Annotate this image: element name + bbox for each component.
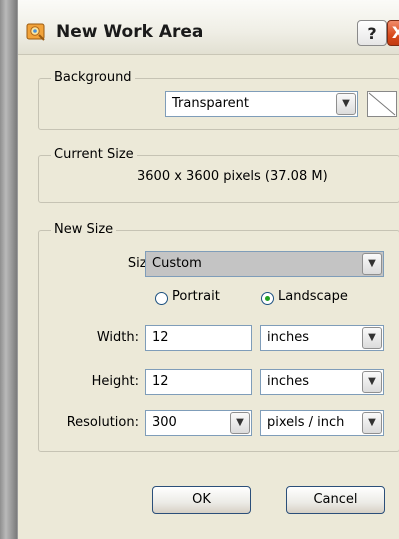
size-label: Size: bbox=[127, 256, 159, 271]
background-group: Background Transparent ▼ bbox=[38, 70, 399, 130]
height-unit-select[interactable]: inches ▼ bbox=[260, 369, 384, 395]
width-label: Width: bbox=[96, 330, 139, 345]
new-size-legend: New Size bbox=[51, 222, 117, 237]
chevron-down-icon[interactable]: ▼ bbox=[362, 371, 382, 393]
cancel-button[interactable]: Cancel bbox=[286, 486, 385, 514]
width-input[interactable]: 12 bbox=[145, 325, 252, 351]
height-unit-value: inches bbox=[267, 374, 310, 389]
chevron-down-icon[interactable]: ▼ bbox=[362, 327, 382, 349]
background-legend: Background bbox=[51, 70, 135, 85]
portrait-label[interactable]: Portrait bbox=[172, 289, 220, 304]
resolution-unit-select[interactable]: pixels / inch ▼ bbox=[260, 410, 384, 436]
new-work-area-dialog: New Work Area ? X Background Transparent… bbox=[17, 0, 399, 539]
size-select[interactable]: Custom ▼ bbox=[145, 251, 384, 277]
ok-button[interactable]: OK bbox=[152, 486, 251, 514]
resolution-select[interactable]: 300 ▼ bbox=[145, 410, 252, 436]
chevron-down-icon[interactable]: ▼ bbox=[362, 253, 382, 275]
background-app-strip bbox=[0, 0, 17, 539]
width-unit-value: inches bbox=[267, 330, 310, 345]
transparent-swatch-icon[interactable] bbox=[367, 91, 397, 117]
window-title: New Work Area bbox=[56, 22, 204, 42]
chevron-down-icon[interactable]: ▼ bbox=[362, 412, 382, 434]
height-input[interactable]: 12 bbox=[145, 369, 252, 395]
current-size-text: 3600 x 3600 pixels (37.08 M) bbox=[137, 169, 328, 184]
landscape-label[interactable]: Landscape bbox=[278, 289, 348, 304]
width-unit-select[interactable]: inches ▼ bbox=[260, 325, 384, 351]
landscape-radio[interactable] bbox=[261, 292, 274, 305]
resolution-label: Resolution: bbox=[66, 415, 139, 430]
help-button[interactable]: ? bbox=[357, 20, 387, 46]
resolution-value: 300 bbox=[152, 415, 177, 430]
height-label: Height: bbox=[91, 374, 139, 389]
portrait-radio[interactable] bbox=[155, 292, 168, 305]
background-select[interactable]: Transparent ▼ bbox=[165, 91, 358, 117]
size-select-value: Custom bbox=[152, 256, 202, 271]
title-bar[interactable]: New Work Area ? X bbox=[18, 0, 399, 55]
height-value: 12 bbox=[152, 374, 169, 389]
current-size-legend: Current Size bbox=[51, 147, 137, 162]
app-icon bbox=[26, 22, 46, 42]
chevron-down-icon[interactable]: ▼ bbox=[230, 412, 250, 434]
background-select-value: Transparent bbox=[172, 96, 249, 111]
resolution-unit-value: pixels / inch bbox=[267, 415, 345, 430]
width-value: 12 bbox=[152, 330, 169, 345]
close-button[interactable]: X bbox=[387, 20, 399, 46]
chevron-down-icon[interactable]: ▼ bbox=[336, 93, 356, 115]
radio-selected-dot bbox=[265, 296, 270, 301]
new-size-group: New Size Size: Custom ▼ Portrait Landsca… bbox=[38, 222, 399, 452]
current-size-group: Current Size 3600 x 3600 pixels (37.08 M… bbox=[38, 147, 399, 203]
